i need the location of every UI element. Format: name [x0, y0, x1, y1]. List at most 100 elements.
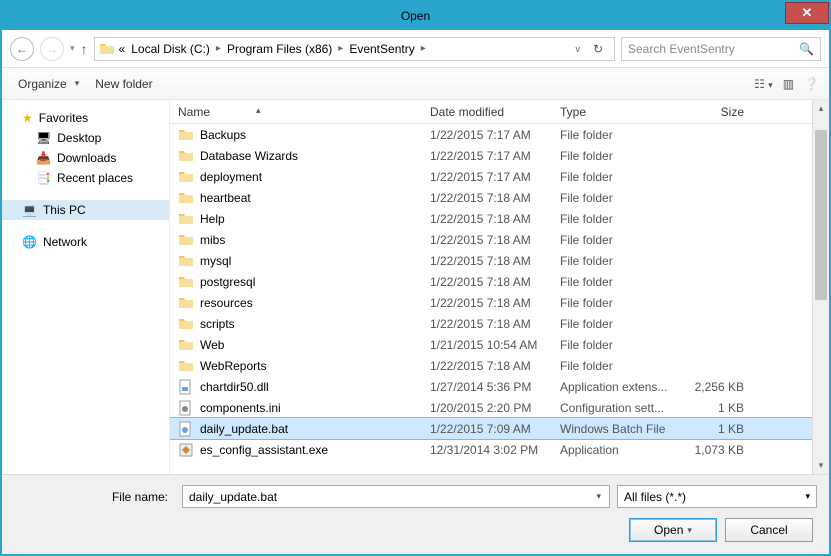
open-button[interactable]: Open▾ [629, 518, 717, 542]
close-button[interactable]: ✕ [785, 2, 829, 24]
file-size: 1,073 KB [682, 443, 752, 457]
sidebar-item-desktop[interactable]: 🖥Desktop [2, 128, 169, 148]
filename-input[interactable] [182, 485, 610, 508]
help-button[interactable]: ❔ [804, 77, 819, 91]
recent-locations-dropdown[interactable]: ▾ [70, 43, 75, 54]
cancel-button[interactable]: Cancel [725, 518, 813, 542]
folder-icon [178, 190, 194, 206]
file-row[interactable]: WebReports1/22/2015 7:18 AMFile folder [170, 355, 829, 376]
sidebar-item-recent[interactable]: 📑Recent places [2, 168, 169, 188]
scroll-down-icon[interactable]: ▾ [813, 457, 829, 474]
filetype-filter[interactable]: All files (*.*)▾ [617, 485, 817, 508]
file-row[interactable]: Backups 1/22/2015 7:17 AMFile folder [170, 124, 829, 145]
downloads-icon: 📥 [36, 151, 51, 165]
file-row[interactable]: Database Wizards 1/22/2015 7:17 AMFile fo… [170, 145, 829, 166]
folder-icon [178, 253, 194, 269]
folder-icon [178, 148, 194, 164]
column-name[interactable]: Name▴ [170, 105, 422, 119]
file-date: 1/22/2015 7:17 AM [422, 128, 552, 142]
file-type: File folder [552, 191, 682, 205]
file-name: Backups [200, 128, 246, 142]
bat-icon [178, 421, 194, 437]
file-type: File folder [552, 254, 682, 268]
file-date: 1/21/2015 10:54 AM [422, 338, 552, 352]
file-date: 1/22/2015 7:18 AM [422, 317, 552, 331]
file-row[interactable]: postgresql1/22/2015 7:18 AMFile folder [170, 271, 829, 292]
file-row[interactable]: mysql1/22/2015 7:18 AMFile folder [170, 250, 829, 271]
sidebar-item-this-pc[interactable]: 💻This PC [2, 200, 169, 220]
breadcrumb-item[interactable]: EventSentry [347, 42, 416, 56]
pc-icon: 💻 [22, 203, 37, 217]
column-size[interactable]: Size [682, 105, 752, 119]
titlebar: Open ✕ [2, 2, 829, 30]
breadcrumb-item[interactable]: Local Disk (C:) [129, 42, 212, 56]
file-row[interactable]: mibs1/22/2015 7:18 AMFile folder [170, 229, 829, 250]
file-date: 1/22/2015 7:18 AM [422, 233, 552, 247]
file-row[interactable]: heartbeat 1/22/2015 7:18 AMFile folder [170, 187, 829, 208]
file-row[interactable]: chartdir50.dll1/27/2014 5:36 PMApplicati… [170, 376, 829, 397]
file-name: mibs [200, 233, 225, 247]
address-bar[interactable]: « Local Disk (C:) ▸ Program Files (x86) … [94, 37, 615, 61]
up-button[interactable]: ↑ [81, 41, 88, 57]
file-type: File folder [552, 128, 682, 142]
new-folder-button[interactable]: New folder [89, 75, 158, 93]
refresh-button[interactable]: ↻ [586, 38, 610, 60]
file-row[interactable]: Web1/21/2015 10:54 AMFile folder [170, 334, 829, 355]
file-name: daily_update.bat [200, 422, 288, 436]
file-name: es_config_assistant.exe [200, 443, 328, 457]
filename-dropdown[interactable]: ▾ [596, 491, 601, 502]
file-name: chartdir50.dll [200, 380, 269, 394]
file-row[interactable]: components.ini1/20/2015 2:20 PMConfigura… [170, 397, 829, 418]
scrollbar[interactable]: ▴ ▾ [812, 100, 829, 474]
scroll-up-icon[interactable]: ▴ [813, 100, 829, 117]
file-list: Name▴ Date modified Type Size Backups 1/2… [170, 100, 829, 474]
chevron-right-icon[interactable]: ▸ [214, 43, 223, 54]
file-date: 12/31/2014 3:02 PM [422, 443, 552, 457]
search-icon: 🔍 [799, 42, 814, 56]
open-dialog: Open ✕ ← → ▾ ↑ « Local Disk (C:) ▸ Progr… [0, 0, 831, 556]
favorites-group[interactable]: ★Favorites [2, 108, 169, 128]
organize-button[interactable]: Organize▾ [12, 75, 85, 93]
chevron-right-icon[interactable]: ▸ [419, 43, 428, 54]
file-date: 1/22/2015 7:18 AM [422, 275, 552, 289]
file-type: File folder [552, 149, 682, 163]
scroll-thumb[interactable] [815, 130, 827, 300]
forward-button[interactable]: → [40, 37, 64, 61]
network-icon: 🌐 [22, 235, 37, 249]
file-row[interactable]: Help1/22/2015 7:18 AMFile folder [170, 208, 829, 229]
preview-pane-button[interactable]: ▥ [783, 77, 794, 91]
dialog-body: ★Favorites 🖥Desktop 📥Downloads 📑Recent p… [2, 100, 829, 474]
file-name: scripts [200, 317, 235, 331]
file-name: heartbeat [200, 191, 251, 205]
breadcrumb-prefix[interactable]: « [117, 42, 128, 56]
folder-icon [99, 41, 115, 57]
column-type[interactable]: Type [552, 105, 682, 119]
file-date: 1/22/2015 7:18 AM [422, 191, 552, 205]
file-date: 1/22/2015 7:17 AM [422, 149, 552, 163]
file-type: Windows Batch File [552, 422, 682, 436]
chevron-right-icon[interactable]: ▸ [336, 43, 345, 54]
column-headers: Name▴ Date modified Type Size [170, 100, 829, 124]
sidebar-item-network[interactable]: 🌐Network [2, 232, 169, 252]
file-row[interactable]: deployment1/22/2015 7:17 AMFile folder [170, 166, 829, 187]
recent-icon: 📑 [36, 171, 51, 185]
file-row[interactable]: scripts1/22/2015 7:18 AMFile folder [170, 313, 829, 334]
file-row[interactable]: es_config_assistant.exe 12/31/2014 3:02 P… [170, 439, 829, 460]
file-size: 1 KB [682, 401, 752, 415]
folder-icon [178, 274, 194, 290]
address-dropdown[interactable]: v [572, 44, 585, 54]
file-row[interactable]: daily_update.bat1/22/2015 7:09 AMWindows… [170, 418, 829, 439]
view-options-button[interactable]: ☷ ▾ [754, 77, 773, 91]
back-button[interactable]: ← [10, 37, 34, 61]
file-date: 1/22/2015 7:18 AM [422, 296, 552, 310]
file-type: Application [552, 443, 682, 457]
exe-icon [178, 442, 194, 458]
breadcrumb-item[interactable]: Program Files (x86) [225, 42, 334, 56]
search-input[interactable]: Search EventSentry 🔍 [621, 37, 821, 61]
file-name: Database Wizards [200, 149, 298, 163]
search-placeholder: Search EventSentry [628, 42, 735, 56]
sidebar-item-downloads[interactable]: 📥Downloads [2, 148, 169, 168]
file-row[interactable]: resources1/22/2015 7:18 AMFile folder [170, 292, 829, 313]
column-date[interactable]: Date modified [422, 105, 552, 119]
file-name: Web [200, 338, 224, 352]
